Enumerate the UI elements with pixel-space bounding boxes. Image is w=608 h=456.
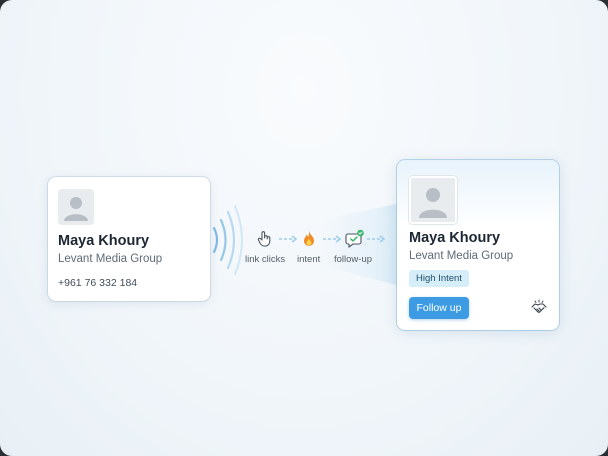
crm-contact-card[interactable]: Maya Khoury Levant Media Group High Inte… (397, 160, 559, 330)
flow-arrow (367, 235, 386, 243)
step-label-follow-up: follow-up (334, 254, 373, 265)
follow-up-button[interactable]: Follow up (409, 297, 469, 319)
crm-contact-name: Maya Khoury (409, 230, 501, 246)
contact-name: Maya Khoury (58, 233, 150, 249)
person-placeholder-icon (58, 189, 94, 225)
crm-contact-company: Levant Media Group (409, 250, 514, 262)
flow-arrow (279, 235, 298, 243)
chat-check-icon (345, 229, 364, 248)
nfc-waves-icon (212, 205, 243, 275)
step-label-intent: intent (297, 254, 321, 265)
flow-arrow (323, 235, 342, 243)
contact-company: Levant Media Group (58, 253, 163, 265)
contact-card[interactable]: Maya Khoury Levant Media Group +961 76 3… (48, 177, 210, 301)
person-placeholder-icon (409, 176, 457, 224)
intent-badge: High Intent (409, 270, 469, 287)
signal-beam (320, 200, 415, 290)
flame-icon (304, 231, 314, 246)
step-label-link-clicks: link clicks (245, 254, 286, 265)
hand-pointer-icon (257, 231, 271, 247)
handshake-icon[interactable] (530, 298, 548, 316)
illustration-canvas: Maya Khoury Levant Media Group +961 76 3… (0, 0, 608, 456)
contact-phone: +961 76 332 184 (58, 277, 138, 289)
